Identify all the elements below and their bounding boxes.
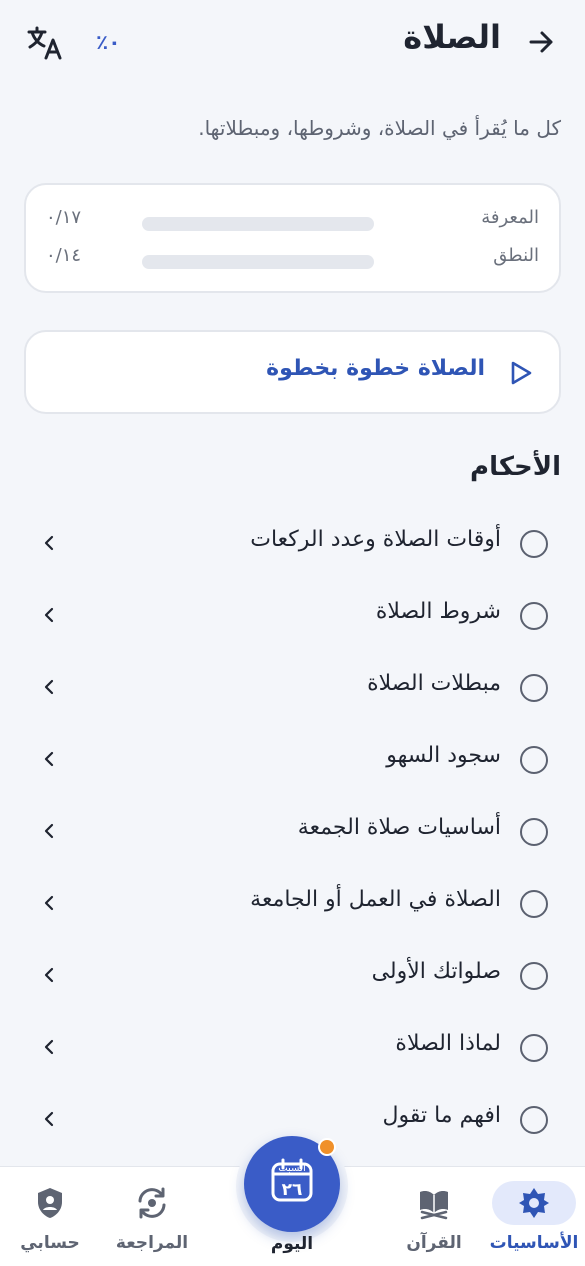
progress-label: النطق [493,245,539,266]
nav-label: حسابي [20,1233,80,1253]
progress-bar [142,255,374,269]
progress-label: المعرفة [481,207,539,228]
status-circle-icon [520,890,548,918]
rulings-list: أوقات الصلاة وعدد الركعات شروط الصلاة مب… [0,507,585,1155]
translate-icon[interactable] [26,24,64,62]
calendar-day: ٢٦ [281,1180,303,1200]
chevron-left-icon [44,823,54,839]
step-by-step-label: الصلاة خطوة بخطوة [266,356,485,381]
chevron-left-icon [44,535,54,551]
progress-value: ٠/١٧ [46,207,82,228]
list-item[interactable]: أوقات الصلاة وعدد الركعات [0,507,585,579]
status-circle-icon [520,746,548,774]
book-icon [420,1191,448,1220]
list-item[interactable]: سجود السهو [0,723,585,795]
app-header: الصلاة ٪٠ [0,0,585,90]
list-item-label: مبطلات الصلاة [367,671,501,696]
progress-value: ٠/١٤ [46,245,82,266]
list-item-label: شروط الصلاة [375,599,501,624]
progress-row-pronunciation: النطق ٠/١٤ [26,243,559,273]
notification-dot [318,1138,336,1156]
list-item-label: أساسيات صلاة الجمعة [297,815,501,840]
chevron-left-icon [44,751,54,767]
chevron-left-icon [44,895,54,911]
list-item-label: الصلاة في العمل أو الجامعة [250,887,501,912]
list-item[interactable]: أساسيات صلاة الجمعة [0,795,585,867]
play-icon [511,361,532,385]
calendar-weekday: السبت [278,1163,306,1174]
nav-tab-review[interactable]: المراجعة [100,1167,204,1266]
chevron-left-icon [44,679,54,695]
status-circle-icon [520,530,548,558]
list-item-label: افهم ما تقول [382,1103,502,1128]
progress-bar [142,217,374,231]
list-item-label: صلواتك الأولى [371,959,501,984]
chevron-left-icon [44,967,54,983]
list-item-label: أوقات الصلاة وعدد الركعات [250,527,501,552]
status-circle-icon [520,1106,548,1134]
list-item[interactable]: شروط الصلاة [0,579,585,651]
nav-tab-basics[interactable]: الأساسيات [486,1167,582,1266]
shield-icon [38,1188,62,1218]
status-circle-icon [520,602,548,630]
status-circle-icon [520,962,548,990]
list-item[interactable]: لماذا الصلاة [0,1011,585,1083]
status-circle-icon [520,1034,548,1062]
nav-label: اليوم [270,1234,314,1254]
chevron-left-icon [44,607,54,623]
page-title: الصلاة [403,18,501,56]
list-item[interactable]: مبطلات الصلاة [0,651,585,723]
nav-tab-account[interactable]: حسابي [6,1167,94,1266]
status-circle-icon [520,818,548,846]
progress-row-knowledge: المعرفة ٠/١٧ [26,205,559,235]
list-item-label: لماذا الصلاة [395,1031,501,1056]
star-icon [519,1188,549,1218]
topic-description: كل ما يُقرأ في الصلاة، وشروطها، ومبطلاته… [198,116,561,140]
step-by-step-button[interactable]: الصلاة خطوة بخطوة [24,330,561,414]
nav-label: القرآن [406,1233,462,1253]
chevron-left-icon [44,1111,54,1127]
nav-tab-quran[interactable]: القرآن [384,1167,484,1266]
refresh-icon [138,1187,166,1219]
list-item[interactable]: صلواتك الأولى [0,939,585,1011]
chevron-left-icon [44,1039,54,1055]
section-heading: الأحكام [470,452,561,482]
nav-label: الأساسيات [489,1233,579,1253]
arrow-right-icon[interactable] [527,28,555,56]
nav-label: المراجعة [115,1233,189,1253]
completion-percent: ٪٠ [96,30,121,54]
status-circle-icon [520,674,548,702]
list-item-label: سجود السهو [386,743,501,768]
list-item[interactable]: الصلاة في العمل أو الجامعة [0,867,585,939]
progress-card: المعرفة ٠/١٧ النطق ٠/١٤ [24,183,561,293]
